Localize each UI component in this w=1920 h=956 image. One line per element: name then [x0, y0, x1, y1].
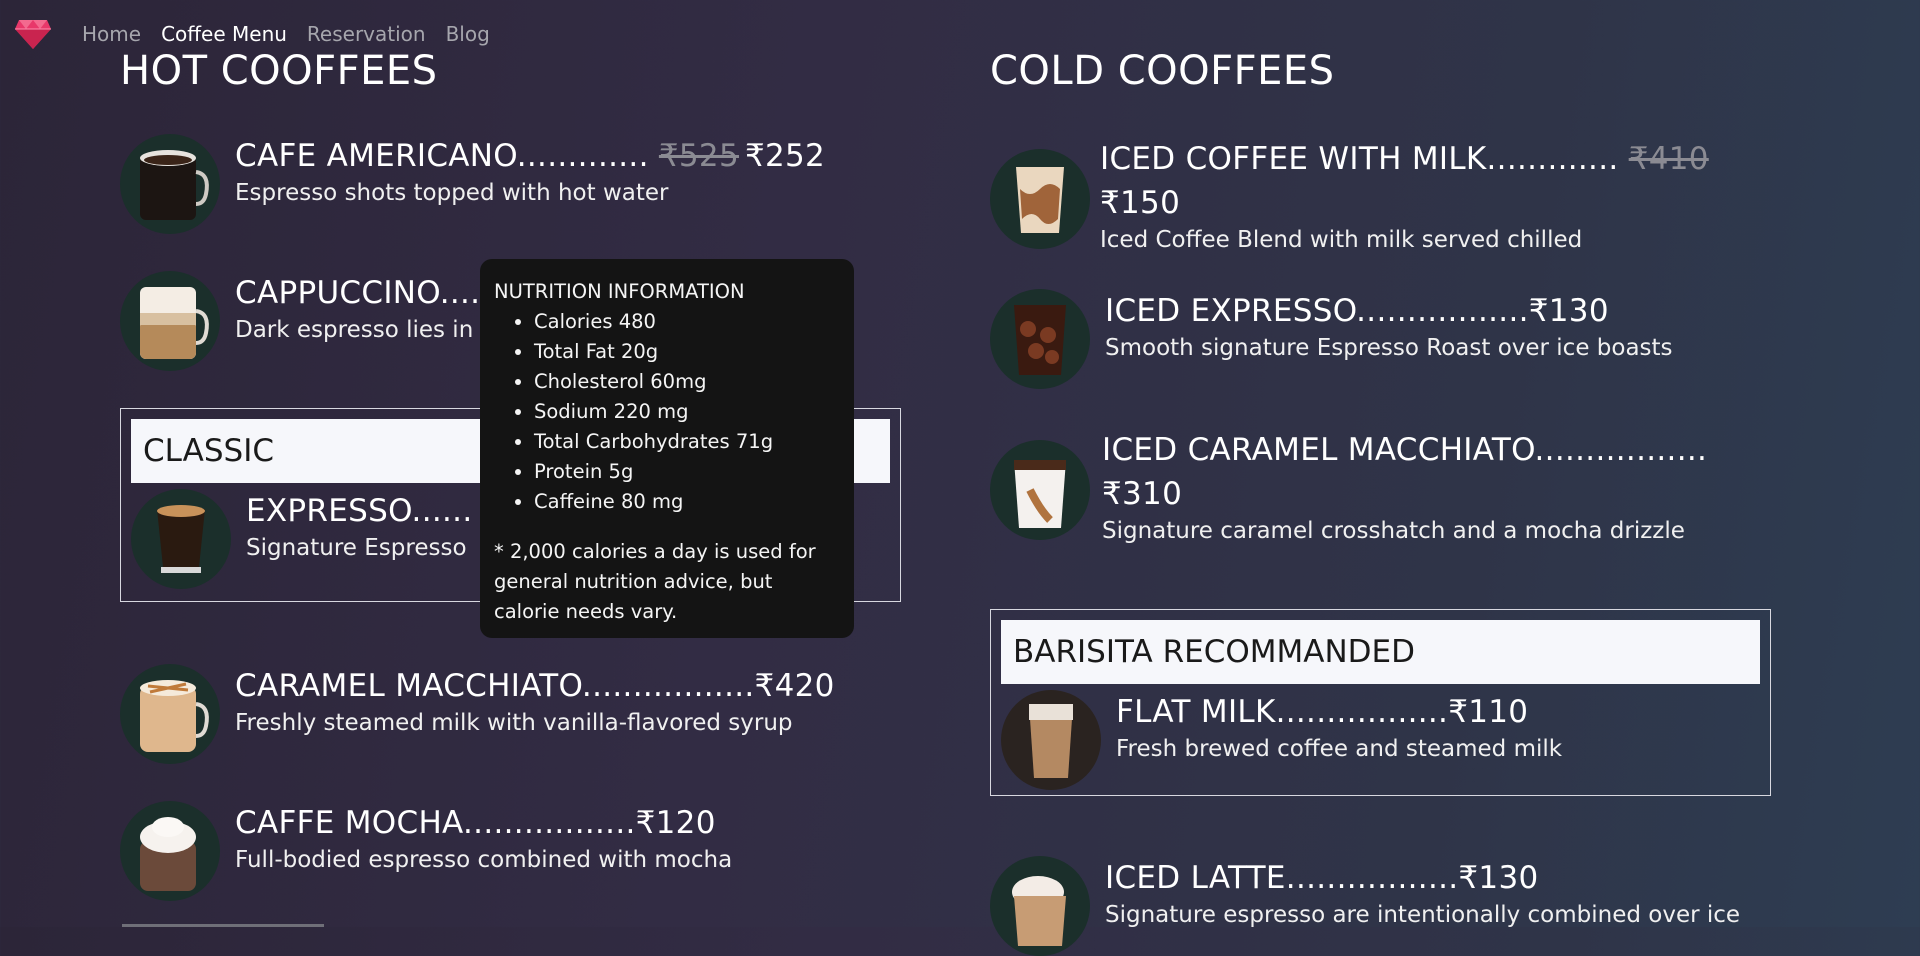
gem-logo-icon[interactable] [14, 17, 52, 51]
hot-coffees-title: HOT COOFFEES [120, 48, 438, 94]
price: ₹310 [1102, 476, 1183, 512]
item-title: ICED EXPRESSO.................₹130 [1105, 293, 1609, 329]
nutrition-fact: Caffeine 80 mg [534, 487, 840, 517]
item-description: Full-bodied espresso combined with mocha [235, 847, 733, 873]
price: ₹150 [1100, 185, 1181, 221]
item-description: Freshly steamed milk with vanilla-flavor… [235, 710, 793, 736]
nav-link-home[interactable]: Home [82, 22, 141, 46]
item-description: Signature caramel crosshatch and a mocha… [1102, 518, 1685, 544]
iced-latte-image [990, 856, 1090, 956]
item-title: CAPPUCCINO.... [235, 275, 481, 311]
menu-item-caffe-mocha[interactable]: CAFFE MOCHA.................₹120 Full-bo… [120, 801, 732, 901]
nutrition-fact: Total Fat 20g [534, 337, 840, 367]
item-title: ICED COFFEE WITH MILK............. ₹410 [1100, 141, 1709, 177]
cold-coffees-title: COLD COOFFEES [990, 48, 1335, 94]
flat-milk-image [1001, 690, 1101, 790]
item-description: Smooth signature Espresso Roast over ice… [1105, 335, 1673, 361]
barista-recommended-section: BARISITA RECOMMANDED FLAT MILK..........… [990, 609, 1771, 796]
caramel-macchiato-image [120, 664, 220, 764]
item-title: CARAMEL MACCHIATO.................₹420 [235, 668, 835, 704]
menu-item-iced-coffee-with-milk[interactable]: ICED COFFEE WITH MILK............. ₹410 … [990, 137, 1715, 255]
item-title: CAFE AMERICANO............. ₹525 ₹252 [235, 138, 826, 174]
menu-item-cappuccino[interactable]: CAPPUCCINO.... Dark espresso lies in [120, 271, 480, 371]
item-title: EXPRESSO...... [246, 493, 473, 529]
item-description: Signature espresso are intentionally com… [1105, 902, 1741, 928]
nav-link-coffee-menu[interactable]: Coffee Menu [161, 22, 287, 46]
nutrition-fact: Total Carbohydrates 71g [534, 427, 840, 457]
item-description: Fresh brewed coffee and steamed milk [1116, 736, 1563, 762]
espresso-glass-image [131, 489, 231, 589]
old-price: ₹525 [658, 138, 739, 174]
item-description: Dark espresso lies in [235, 317, 474, 343]
item-title: ICED LATTE.................₹130 [1105, 860, 1539, 896]
menu-item-caramel-macchiato[interactable]: CARAMEL MACCHIATO.................₹420 F… [120, 664, 835, 764]
iced-espresso-image [990, 289, 1090, 389]
menu-item-espresso[interactable]: EXPRESSO...... Signature Espresso [131, 489, 472, 589]
menu-item-iced-expresso[interactable]: ICED EXPRESSO.................₹130 Smoot… [990, 289, 1673, 389]
nutrition-tooltip: NUTRITION INFORMATION Calories 480 Total… [480, 259, 854, 638]
item-description: Signature Espresso [246, 535, 467, 561]
item-description: Iced Coffee Blend with milk served chill… [1100, 227, 1583, 253]
section-label-barista: BARISITA RECOMMANDED [1001, 620, 1760, 684]
nav-link-reservation[interactable]: Reservation [307, 22, 426, 46]
tooltip-note: * 2,000 calories a day is used for gener… [494, 540, 816, 623]
menu-item-flat-milk[interactable]: FLAT MILK.................₹110 Fresh bre… [1001, 690, 1562, 790]
old-price: ₹410 [1628, 141, 1709, 177]
nutrition-fact: Protein 5g [534, 457, 840, 487]
iced-caramel-macchiato-image [990, 440, 1090, 540]
mocha-image [120, 801, 220, 901]
nutrition-fact: Cholesterol 60mg [534, 367, 840, 397]
item-title: CAFFE MOCHA.................₹120 [235, 805, 716, 841]
menu-item-iced-latte[interactable]: ICED LATTE.................₹130 Signatur… [990, 856, 1740, 956]
price: ₹252 [744, 138, 826, 174]
cappuccino-image [120, 271, 220, 371]
menu-item-cafe-americano[interactable]: CAFE AMERICANO............. ₹525 ₹252 Esp… [120, 134, 825, 234]
nutrition-fact: Calories 480 [534, 307, 840, 337]
top-nav: Home Coffee Menu Reservation Blog [14, 17, 510, 51]
nav-link-blog[interactable]: Blog [446, 22, 490, 46]
coffee-mug-image [120, 134, 220, 234]
nutrition-fact: Sodium 220 mg [534, 397, 840, 427]
menu-item-iced-caramel-macchiato[interactable]: ICED CARAMEL MACCHIATO................. … [990, 428, 1707, 546]
nutrition-facts-list: Calories 480 Total Fat 20g Cholesterol 6… [494, 307, 840, 517]
iced-coffee-milk-image [990, 149, 1090, 249]
item-title: ICED CARAMEL MACCHIATO................. [1102, 432, 1708, 468]
tooltip-heading: NUTRITION INFORMATION [494, 280, 745, 303]
item-title: FLAT MILK.................₹110 [1116, 694, 1529, 730]
item-description: Espresso shots topped with hot water [235, 180, 669, 206]
